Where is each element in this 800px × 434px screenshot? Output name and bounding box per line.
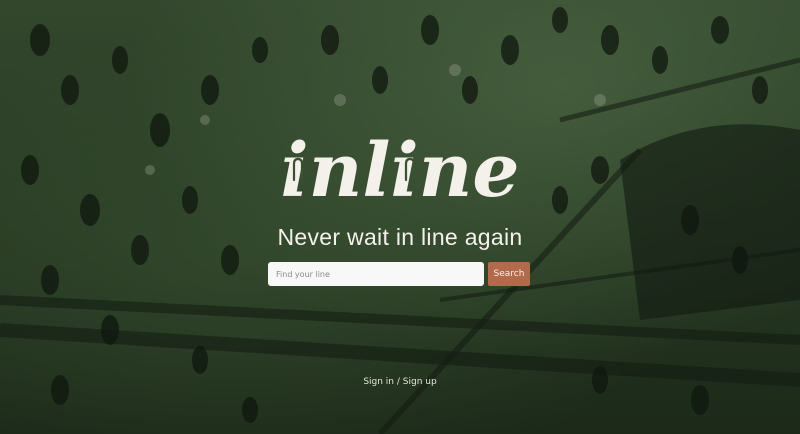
auth-link-container: Sign in / Sign up bbox=[0, 377, 800, 387]
sign-in-sign-up-link[interactable]: Sign in / Sign up bbox=[363, 377, 436, 387]
search-button[interactable]: Search bbox=[488, 262, 530, 286]
brand-logo-text: inline bbox=[280, 128, 519, 214]
brand-logo[interactable]: inline bbox=[280, 128, 520, 218]
search-input[interactable] bbox=[268, 262, 484, 286]
hero-content: inline Never wait in line again Search S… bbox=[0, 0, 800, 434]
hero-section: inline Never wait in line again Search S… bbox=[0, 0, 800, 434]
search-bar: Search bbox=[268, 262, 532, 286]
hero-tagline: Never wait in line again bbox=[277, 224, 523, 250]
